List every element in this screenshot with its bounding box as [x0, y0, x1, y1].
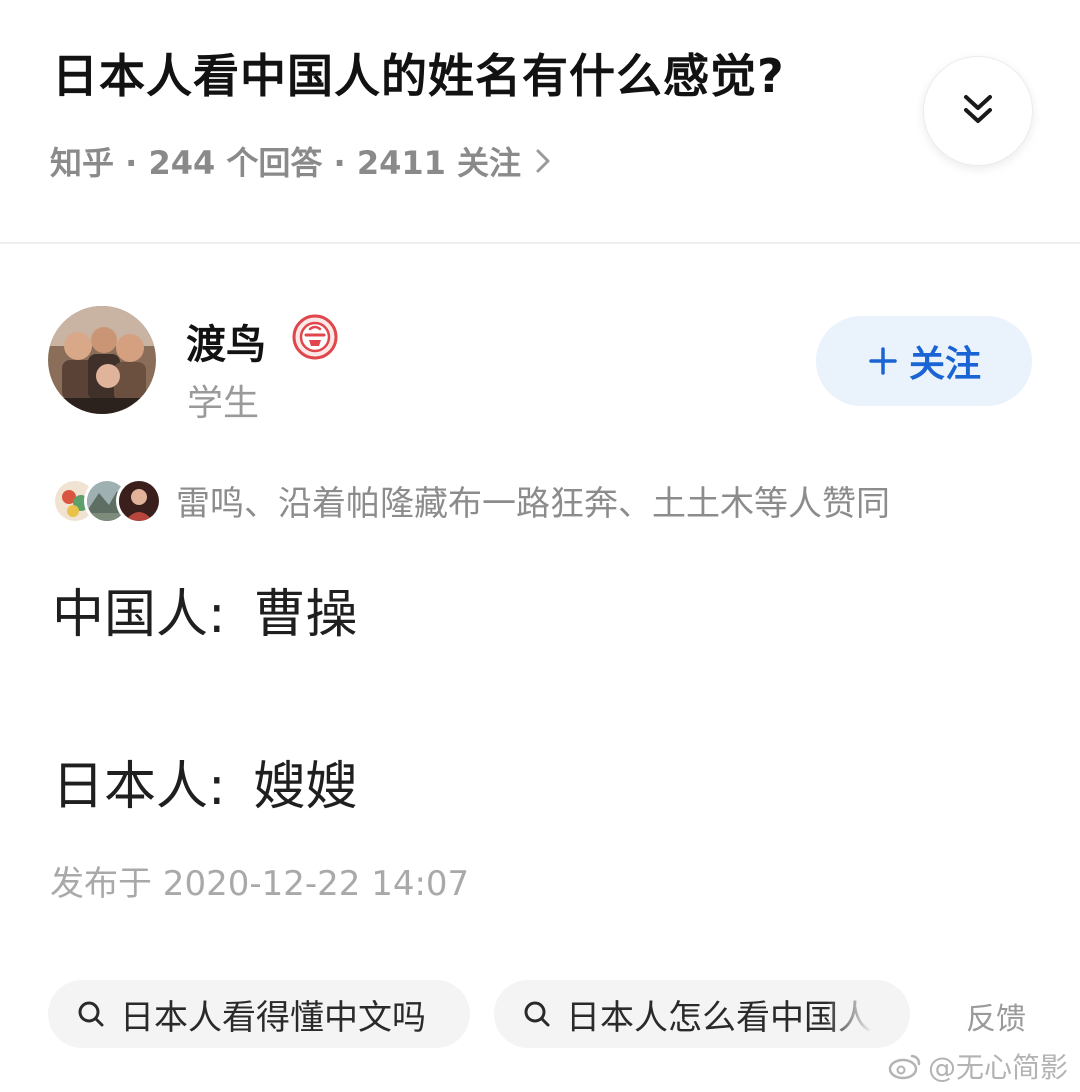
follow-label: 关注 [908, 344, 981, 385]
answer-line: 中国人: 曹操 [52, 572, 358, 647]
endorsement-text: 雷鸣、沿着帕隆藏布一路狂奔、土土木等人赞同 [176, 484, 890, 524]
question-meta-text: 知乎 · 244 个回答 · 2411 关注 [50, 144, 522, 182]
question-meta[interactable]: 知乎 · 244 个回答 · 2411 关注 [50, 138, 553, 184]
answer-speaker: 日本人: [52, 757, 226, 817]
chevron-right-icon [533, 147, 553, 175]
zhihu-answer-page: 日本人看中国人的姓名有什么感觉? 知乎 · 244 个回答 · 2411 关注 [0, 0, 1080, 1092]
answer-speaker: 中国人: [52, 585, 226, 645]
author-avatar[interactable] [48, 306, 156, 414]
related-search-label: 日本人怎么看中国人 [566, 997, 872, 1038]
question-title[interactable]: 日本人看中国人的姓名有什么感觉? [52, 40, 785, 106]
author-name[interactable]: 渡鸟 [186, 312, 266, 370]
author-role: 学生 [187, 383, 260, 424]
answer-content: 嫂嫂 [253, 757, 358, 817]
endorser-avatars [52, 477, 162, 524]
follow-button[interactable]: 关注 [816, 316, 1032, 406]
watermark-text: @无心简影 [928, 1051, 1069, 1084]
watermark: @无心简影 [888, 1046, 1068, 1086]
endorsement-row[interactable]: 雷鸣、沿着帕隆藏布一路狂奔、土土木等人赞同 [52, 476, 890, 525]
double-chevron-down-icon [958, 89, 998, 133]
publish-time: 发布于 2020-12-22 14:07 [50, 864, 470, 904]
weibo-logo-icon [888, 1052, 922, 1080]
plus-icon [867, 345, 899, 377]
endorser-avatar [116, 477, 162, 524]
header-divider [0, 242, 1080, 244]
related-search-chip[interactable]: 日本人怎么看中国人 [494, 980, 910, 1048]
collapse-button[interactable] [923, 56, 1033, 166]
feedback-link[interactable]: 反馈 [966, 994, 1026, 1038]
answer-line: 日本人: 嫂嫂 [52, 744, 358, 819]
related-search-label: 日本人看得懂中文吗 [120, 997, 426, 1038]
creator-badge-icon[interactable] [292, 314, 338, 360]
search-icon [522, 999, 552, 1029]
answer-content: 曹操 [253, 585, 358, 645]
related-search-chip[interactable]: 日本人看得懂中文吗 [48, 980, 470, 1048]
search-icon [76, 999, 106, 1029]
